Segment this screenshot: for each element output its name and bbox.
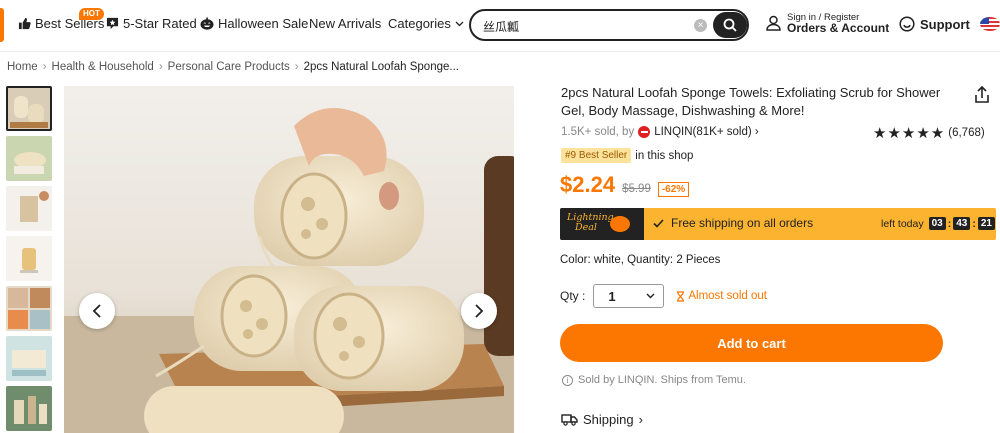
product-thumbnail[interactable]	[6, 236, 52, 281]
original-price: $5.99	[622, 183, 651, 195]
product-title: 2pcs Natural Loofah Sponge Towels: Exfol…	[561, 85, 941, 118]
free-shipping-note: Free shipping on all orders	[653, 216, 813, 230]
selected-variant[interactable]: Color: white, Quantity: 2 Pieces	[560, 254, 720, 266]
checkmark-icon	[653, 218, 664, 228]
quantity-label: Qty :	[560, 289, 586, 303]
product-thumbnail[interactable]	[6, 386, 52, 431]
nav-categories[interactable]: Categories	[388, 16, 464, 31]
share-icon	[975, 85, 989, 103]
free-shipping-text: Free shipping on all orders	[671, 216, 814, 230]
us-flag-icon[interactable]	[980, 17, 1000, 31]
search-input[interactable]	[483, 17, 683, 35]
sold-by-text: Sold by LINQIN. Ships from Temu.	[578, 374, 746, 386]
store-name: LINQIN(81K+ sold)	[654, 126, 752, 138]
thumbnail-list	[6, 86, 54, 433]
product-thumbnail[interactable]	[6, 186, 52, 231]
sold-by-info: i Sold by LINQIN. Ships from Temu.	[562, 374, 746, 386]
pumpkin-icon	[200, 17, 214, 30]
price-row: $2.24 $5.99 -62%	[560, 172, 690, 198]
share-button[interactable]	[973, 85, 991, 109]
nav-label: Categories	[388, 16, 451, 31]
timer-minutes: 43	[953, 217, 971, 230]
support-chat-icon	[899, 16, 915, 32]
product-thumbnail[interactable]	[6, 86, 52, 131]
previous-image-button[interactable]	[79, 293, 115, 329]
nav-five-star-rated[interactable]: 5-Star Rated	[106, 16, 197, 31]
discount-badge: -62%	[657, 182, 690, 197]
support-link[interactable]: Support	[899, 16, 970, 32]
pumpkin-icon	[610, 216, 630, 232]
hot-badge: HOT	[79, 8, 104, 20]
breadcrumb-health-household[interactable]: Health & Household	[52, 61, 154, 73]
search-button[interactable]	[713, 12, 747, 38]
breadcrumb: Home › Health & Household › Personal Car…	[7, 61, 459, 73]
star-badge-icon	[106, 17, 119, 30]
best-seller-badge: #9 Best Seller	[561, 148, 632, 163]
top-header: Best Sellers HOT 5-Star Rated Halloween …	[0, 0, 1000, 52]
breadcrumb-home[interactable]: Home	[7, 61, 38, 73]
product-thumbnail[interactable]	[6, 136, 52, 181]
chevron-right-icon	[475, 304, 484, 318]
nav-new-arrivals[interactable]: New Arrivals	[309, 16, 381, 31]
best-seller-text: in this shop	[635, 149, 694, 162]
breadcrumb-personal-care[interactable]: Personal Care Products	[168, 61, 290, 73]
timer-hours: 03	[928, 217, 946, 230]
lightning-deal-bar: Lightning Deal Free shipping on all orde…	[560, 208, 996, 240]
hourglass-icon	[677, 290, 685, 302]
add-to-cart-button[interactable]: Add to cart	[560, 324, 943, 362]
quantity-value: 1	[608, 288, 616, 304]
star-icons: ★★★★★	[873, 125, 946, 142]
star-rating: ★★★★★	[873, 124, 945, 142]
product-thumbnail[interactable]	[6, 336, 52, 381]
nav-label: New Arrivals	[309, 16, 382, 31]
chevron-down-icon	[646, 293, 655, 299]
lightning-deal-logo: Lightning Deal	[560, 208, 644, 240]
temu-logo-edge[interactable]	[0, 8, 4, 42]
clear-search-button[interactable]: ×	[694, 19, 707, 32]
almost-sold-out-notice: Almost sold out	[676, 290, 767, 302]
chevron-down-icon	[455, 21, 464, 26]
breadcrumb-separator: ›	[158, 61, 163, 73]
deal-countdown: left today 03 : 43 : 21	[881, 217, 995, 230]
store-link[interactable]: LINQIN(81K+ sold) ›	[654, 126, 759, 138]
nav-halloween-sale[interactable]: Halloween Sale	[200, 16, 308, 31]
sale-price: $2.24	[560, 172, 616, 197]
loofah-photo	[64, 86, 514, 433]
nav-label: Halloween Sale	[218, 16, 309, 31]
product-main-image[interactable]	[64, 86, 514, 433]
nav-label: 5-Star Rated	[123, 16, 197, 31]
breadcrumb-separator: ›	[294, 61, 299, 73]
left-today-label: left today	[881, 217, 924, 230]
quantity-row: Qty : 1 Almost sold out	[560, 284, 767, 308]
chevron-left-icon	[92, 304, 101, 318]
search-icon	[723, 18, 737, 32]
orders-account-label: Orders & Account	[787, 21, 890, 35]
shipping-link[interactable]: Shipping ›	[561, 412, 643, 427]
breadcrumb-current: 2pcs Natural Loofah Sponge...	[303, 61, 459, 73]
shipping-label: Shipping	[583, 412, 634, 427]
review-count: (6,768)	[948, 127, 985, 139]
best-seller-row: #9 Best Seller in this shop	[561, 148, 693, 163]
support-label: Support	[920, 16, 970, 32]
breadcrumb-separator: ›	[42, 61, 47, 73]
rating-summary[interactable]: ★★★★★ (6,768)	[873, 124, 985, 142]
store-logo-icon	[638, 126, 651, 138]
chevron-right-icon: ›	[638, 412, 643, 427]
deal-logo-line2: Deal	[575, 222, 597, 233]
sales-store-row: 1.5K+ sold, by LINQIN(81K+ sold) ›	[561, 126, 759, 138]
quantity-select[interactable]: 1	[593, 284, 665, 308]
sold-count: 1.5K+ sold, by	[561, 126, 635, 138]
search-bar: ×	[469, 9, 749, 41]
truck-icon	[561, 414, 578, 426]
thumbs-up-icon	[18, 17, 31, 30]
timer-seconds: 21	[977, 217, 995, 230]
user-icon	[766, 15, 781, 31]
next-image-button[interactable]	[461, 293, 497, 329]
orders-account-menu[interactable]: Sign in / Register Orders & Account	[766, 12, 889, 34]
info-icon: i	[562, 374, 573, 386]
product-thumbnail[interactable]	[6, 286, 52, 331]
almost-sold-out-text: Almost sold out	[688, 290, 767, 302]
